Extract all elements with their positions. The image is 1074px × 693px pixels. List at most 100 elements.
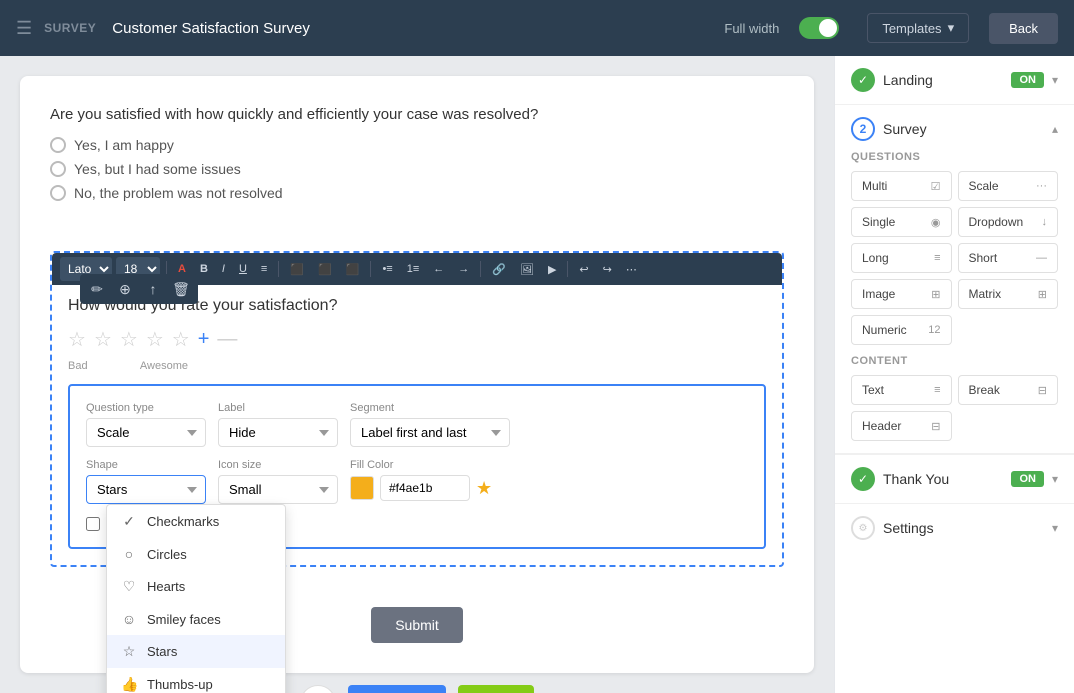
- outdent-btn[interactable]: ←: [428, 261, 449, 277]
- indent-btn[interactable]: →: [453, 261, 474, 277]
- text-icon: ≡: [934, 384, 940, 396]
- settings-title: Settings: [883, 520, 1044, 536]
- right-panel: ✓ Landing ON ▾ 2 Survey ▴ Questions Mult…: [834, 56, 1074, 693]
- radio-icon: [50, 161, 66, 177]
- type-matrix[interactable]: Matrix ⊞: [958, 279, 1059, 309]
- shape-select[interactable]: Stars: [86, 475, 206, 504]
- thankyou-row: ✓ Thank You ON ▾: [835, 454, 1074, 504]
- icon-size-label: Icon size: [218, 459, 338, 471]
- shape-checkmarks[interactable]: ✓ Checkmarks: [107, 505, 285, 538]
- segment-select[interactable]: Label first and last: [350, 418, 510, 447]
- templates-button[interactable]: Templates ▾: [867, 13, 969, 43]
- matrix-icon: ⊞: [1038, 288, 1047, 301]
- questions-header: Questions: [851, 151, 1058, 163]
- shape-thumbsup[interactable]: 👍 Thumbs-up: [107, 668, 285, 693]
- num-list-btn[interactable]: 1≡: [402, 261, 425, 277]
- question-type-select[interactable]: Scale: [86, 418, 206, 447]
- back-button[interactable]: Back: [989, 13, 1058, 44]
- add-star-btn[interactable]: +: [198, 328, 210, 351]
- thumbsup-icon: 👍: [121, 676, 137, 693]
- type-scale[interactable]: Scale ···: [958, 171, 1059, 201]
- content-text[interactable]: Text ≡: [851, 375, 952, 405]
- landing-check-icon: ✓: [851, 68, 875, 92]
- settings-circle-icon: ⚙: [851, 516, 875, 540]
- question-type-field: Question type Scale: [86, 402, 206, 447]
- submit-button[interactable]: Submit: [371, 607, 463, 643]
- settings-row: ⚙ Settings ▾: [835, 504, 1074, 552]
- type-image[interactable]: Image ⊞: [851, 279, 952, 309]
- star-3[interactable]: ☆: [120, 327, 138, 352]
- color-preview[interactable]: [350, 476, 374, 500]
- star-rating-row: ☆ ☆ ☆ ☆ ☆ + —: [68, 327, 766, 352]
- thankyou-title: Thank You: [883, 471, 1003, 487]
- radio-icon: [50, 137, 66, 153]
- type-short[interactable]: Short —: [958, 243, 1059, 273]
- heart-icon: ♡: [121, 578, 137, 595]
- shape-circles[interactable]: ○ Circles: [107, 538, 285, 570]
- bullet-list-btn[interactable]: •≡: [377, 261, 397, 277]
- align-right-btn[interactable]: ⬛: [341, 261, 365, 278]
- next-button[interactable]: Next: [458, 685, 535, 693]
- chevron-down-icon: ▾: [948, 20, 955, 36]
- shape-stars[interactable]: ☆ Stars: [107, 635, 285, 668]
- remove-star-btn[interactable]: —: [217, 328, 237, 351]
- italic-btn[interactable]: I: [217, 261, 230, 277]
- star-2[interactable]: ☆: [94, 327, 112, 352]
- color-hex-input[interactable]: [380, 475, 470, 501]
- survey-chevron-icon[interactable]: ▴: [1052, 122, 1058, 136]
- content-break[interactable]: Break ⊟: [958, 375, 1059, 405]
- short-icon: —: [1036, 252, 1047, 264]
- smiley-icon: ☺: [121, 611, 137, 627]
- label-select[interactable]: Hide: [218, 418, 338, 447]
- preview-button[interactable]: Preview: [348, 685, 446, 693]
- shape-dropdown: ✓ Checkmarks ○ Circles ♡ Hearts ☺ Smiley…: [106, 504, 286, 693]
- content-header[interactable]: Header ⊟: [851, 411, 952, 441]
- question-toolbar: ✏ ⊕ ↑ 🗑: [80, 274, 198, 304]
- fullwidth-toggle[interactable]: [799, 17, 839, 39]
- video-btn[interactable]: ▶: [543, 261, 561, 278]
- more-btn[interactable]: ⋯: [621, 261, 642, 278]
- star-4[interactable]: ☆: [146, 327, 164, 352]
- shape-hearts[interactable]: ♡ Hearts: [107, 570, 285, 603]
- color-row: ★: [350, 475, 492, 501]
- landing-chevron-icon[interactable]: ▾: [1052, 73, 1058, 87]
- star-1[interactable]: ☆: [68, 327, 86, 352]
- undo-btn[interactable]: ↩: [574, 261, 593, 278]
- type-long[interactable]: Long ≡: [851, 243, 952, 273]
- survey-header: 2 Survey ▴: [851, 117, 1058, 141]
- add-icon[interactable]: ⊕: [114, 278, 136, 300]
- star-5[interactable]: ☆: [172, 327, 190, 352]
- menu-icon: ☰: [16, 18, 32, 39]
- align-left-btn[interactable]: ⬛: [285, 261, 309, 278]
- star-preview-icon: ★: [476, 478, 492, 499]
- link-btn[interactable]: 🔗: [487, 261, 511, 278]
- checkmark-icon: ✓: [121, 513, 137, 530]
- type-multi[interactable]: Multi ☑: [851, 171, 952, 201]
- fullwidth-label: Full width: [724, 21, 779, 36]
- bad-label: Bad: [68, 360, 88, 372]
- shape-smiley[interactable]: ☺ Smiley faces: [107, 603, 285, 635]
- align-center-btn[interactable]: ⬛: [313, 261, 337, 278]
- redo-btn[interactable]: ↪: [598, 261, 617, 278]
- type-dropdown[interactable]: Dropdown ↓: [958, 207, 1059, 237]
- move-up-icon[interactable]: ↑: [142, 278, 164, 300]
- icon-size-select[interactable]: Small: [218, 475, 338, 504]
- image-btn[interactable]: 🖼: [515, 261, 539, 278]
- pencil-icon-btn[interactable]: ✏: [300, 685, 336, 693]
- underline-btn[interactable]: U: [234, 261, 252, 277]
- delete-icon[interactable]: 🗑: [170, 278, 192, 300]
- landing-row: ✓ Landing ON ▾: [835, 56, 1074, 105]
- type-single[interactable]: Single ◉: [851, 207, 952, 237]
- bold-btn[interactable]: B: [195, 261, 213, 277]
- thankyou-chevron-icon[interactable]: ▾: [1052, 472, 1058, 486]
- segment-field: Segment Label first and last: [350, 402, 510, 447]
- option-3: No, the problem was not resolved: [50, 185, 784, 201]
- list-indent-btn[interactable]: ≡: [256, 261, 272, 277]
- skip-logic-checkbox[interactable]: [86, 517, 100, 531]
- type-numeric[interactable]: Numeric 12: [851, 315, 952, 345]
- scale-icon: ···: [1036, 180, 1047, 192]
- settings-chevron-icon[interactable]: ▾: [1052, 521, 1058, 535]
- landing-on-badge: ON: [1011, 72, 1044, 88]
- header-icon: ⊟: [931, 420, 940, 433]
- edit-icon[interactable]: ✏: [86, 278, 108, 300]
